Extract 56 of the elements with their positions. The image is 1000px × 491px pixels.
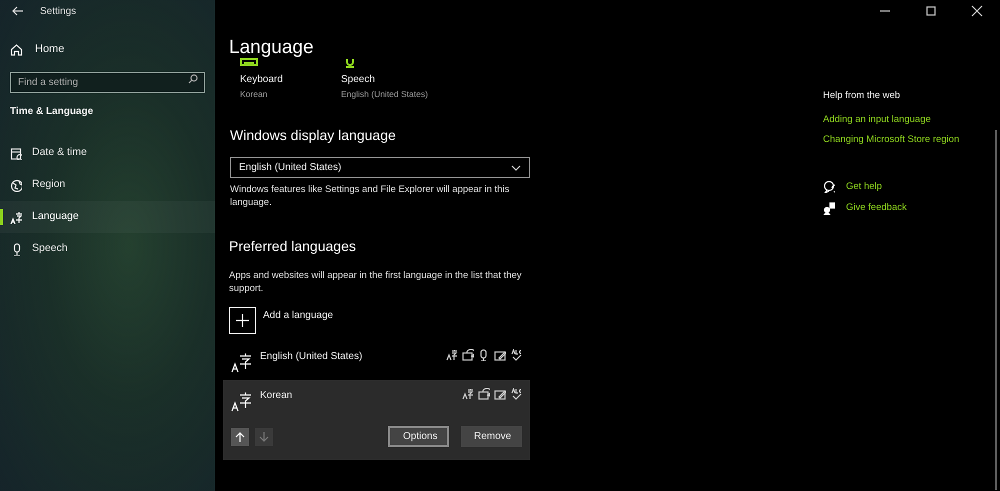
nav-item[interactable]: Region: [0, 169, 215, 201]
help-link[interactable]: Adding an input language: [823, 113, 931, 128]
home-icon: [10, 42, 23, 56]
section-heading: Preferred languages: [229, 237, 357, 256]
spell-check-icon: [510, 388, 522, 400]
pen-on-pad-icon: [494, 388, 506, 400]
keyboard-icon: [240, 58, 258, 68]
description-text: Windows features like Settings and File Explorer will appear in this language.: [229, 183, 510, 209]
help-heading: Help from the web: [823, 89, 902, 103]
tile-value: Korean: [240, 88, 268, 101]
move-up-button[interactable]: [231, 428, 249, 446]
section-heading: Time & Language: [9, 105, 94, 119]
chevron-down-icon: [511, 164, 521, 170]
home-link[interactable]: Home: [0, 40, 215, 58]
maximize-icon: [924, 5, 938, 17]
back-arrow-icon: [12, 6, 24, 16]
language-dropdown[interactable]: English (United States): [230, 157, 530, 178]
scrollbar[interactable]: [995, 130, 997, 490]
pen-on-pad-icon: [494, 349, 506, 361]
search-icon: [188, 74, 198, 84]
section-heading: Windows display language: [229, 126, 397, 145]
language-icon: [10, 210, 22, 224]
nav-item[interactable]: Date & time: [0, 137, 215, 169]
add-language-button[interactable]: [229, 307, 256, 334]
spell-check-icon: [510, 349, 522, 361]
window-title: Settings: [40, 4, 76, 18]
add-language-label[interactable]: Add a language: [263, 308, 334, 323]
nav-item[interactable]: Speech: [0, 233, 215, 265]
close-icon: [970, 5, 984, 17]
action-button[interactable]: Remove: [461, 426, 522, 447]
preferred-language-row[interactable]: English (United States): [223, 341, 530, 380]
language-display-icon: [446, 349, 458, 361]
language-name: Korean: [260, 389, 292, 403]
tile-value: English (United States): [341, 88, 429, 101]
selection-indicator: [0, 209, 3, 225]
globe-icon: [10, 178, 22, 192]
help-link[interactable]: Changing Microsoft Store region: [823, 132, 960, 147]
search-field[interactable]: Find a setting: [10, 72, 205, 93]
help-action-link[interactable]: Give feedback: [846, 201, 907, 216]
language-display-icon: [462, 388, 474, 400]
up-arrow-icon: [235, 432, 245, 442]
page-title: Language: [229, 36, 315, 60]
tile-label: Keyboard: [240, 73, 284, 87]
action-button[interactable]: Options: [388, 426, 449, 447]
description-text: Apps and websites will appear in the first language in the list that they support.: [229, 269, 523, 295]
calendar-clock-icon: [10, 146, 22, 160]
nav-item[interactable]: Language: [0, 201, 215, 233]
language-icon: [231, 351, 253, 373]
person-feedback-icon: [823, 202, 835, 215]
language-icon: [231, 390, 253, 412]
help-action-link[interactable]: Get help: [846, 180, 882, 194]
tile-label: Speech: [341, 73, 376, 87]
plus-icon: [236, 314, 249, 327]
language-name: English (United States): [260, 350, 362, 364]
preferred-language-row[interactable]: Korean Options Remove: [223, 380, 530, 460]
down-arrow-icon: [259, 432, 269, 442]
